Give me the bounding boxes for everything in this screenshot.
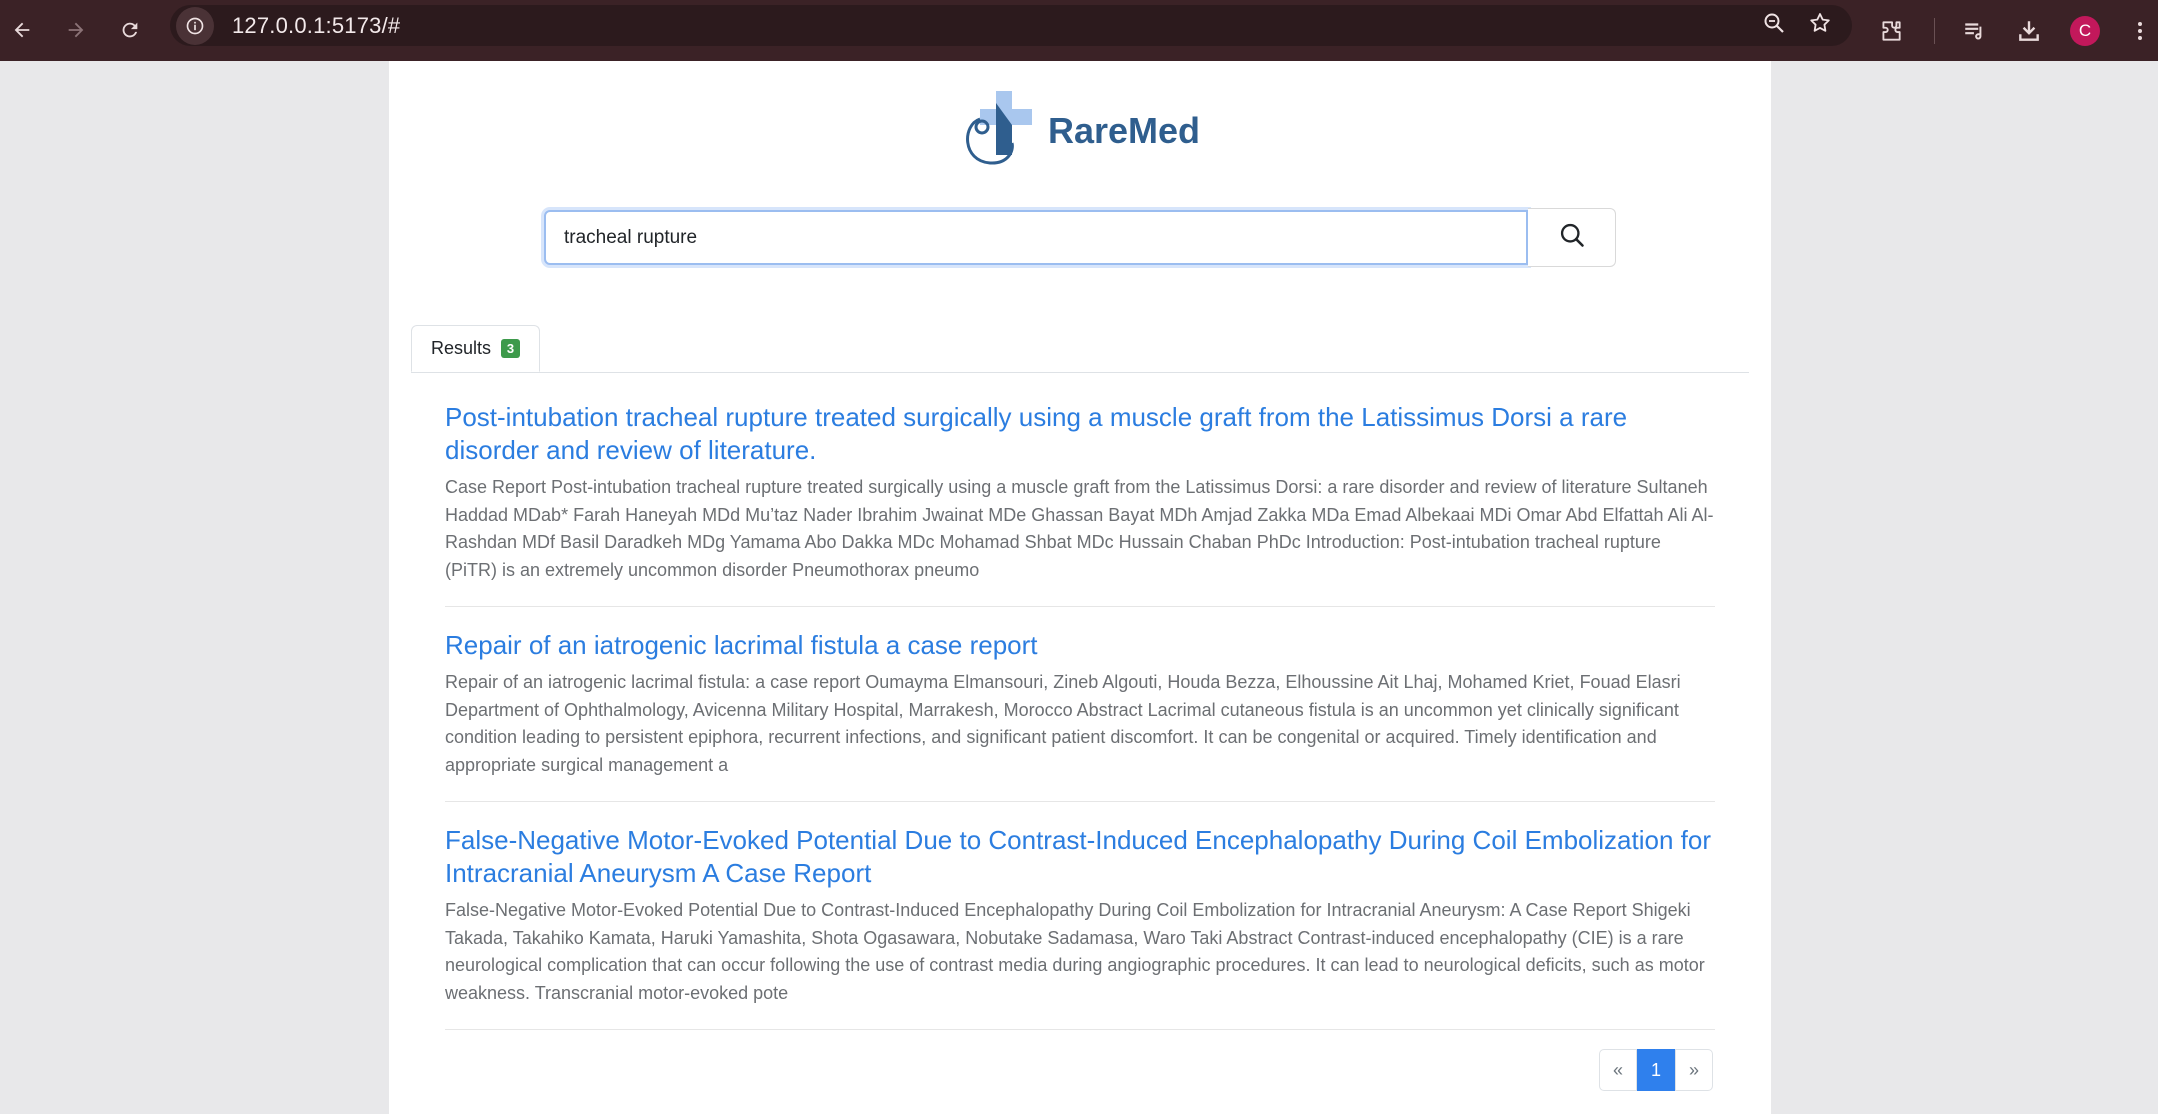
pagination: « 1 » — [1599, 1049, 1713, 1091]
address-bar[interactable]: 127.0.0.1:5173/# — [170, 5, 1852, 46]
result-snippet: Repair of an iatrogenic lacrimal fistula… — [445, 672, 1681, 775]
pagination-next-button[interactable]: » — [1675, 1049, 1713, 1091]
result-snippet: False-Negative Motor-Evoked Potential Du… — [445, 900, 1705, 1003]
zoom-icon[interactable] — [1762, 11, 1786, 40]
search-icon — [1558, 221, 1586, 254]
extensions-icon[interactable] — [1878, 0, 1904, 61]
list-item: Repair of an iatrogenic lacrimal fistula… — [445, 629, 1715, 802]
kebab-menu-icon[interactable] — [2128, 0, 2152, 61]
results-count-badge: 3 — [501, 339, 521, 358]
bookmark-star-icon[interactable] — [1808, 11, 1832, 40]
raremed-logo-icon — [960, 89, 1036, 174]
reload-icon[interactable] — [104, 4, 156, 56]
page-container: RareMed Results 3 Post-intubation trache… — [389, 61, 1771, 1114]
search-button[interactable] — [1528, 208, 1616, 267]
brand-name: RareMed — [1047, 110, 1201, 151]
pagination-prev-button[interactable]: « — [1599, 1049, 1637, 1091]
back-icon[interactable] — [0, 4, 48, 56]
brand-header: RareMed — [389, 81, 1771, 181]
toolbar-divider — [1934, 18, 1935, 44]
site-info-icon[interactable] — [176, 6, 214, 45]
search-bar — [544, 208, 1616, 267]
result-snippet: Case Report Post-intubation tracheal rup… — [445, 477, 1714, 580]
search-input[interactable] — [544, 210, 1528, 265]
list-item: False-Negative Motor-Evoked Potential Du… — [445, 824, 1715, 1030]
list-item: Post-intubation tracheal rupture treated… — [445, 401, 1715, 607]
forward-icon[interactable] — [50, 4, 102, 56]
tab-results[interactable]: Results 3 — [411, 325, 541, 372]
pagination-page-button[interactable]: 1 — [1637, 1049, 1675, 1091]
result-title-link[interactable]: Post-intubation tracheal rupture treated… — [445, 401, 1715, 467]
results-list: Post-intubation tracheal rupture treated… — [445, 401, 1715, 1052]
result-title-link[interactable]: Repair of an iatrogenic lacrimal fistula… — [445, 629, 1715, 662]
browser-toolbar: 127.0.0.1:5173/# C — [0, 0, 2158, 61]
url-text[interactable]: 127.0.0.1:5173/# — [232, 13, 400, 39]
results-tabs: Results 3 — [411, 325, 1749, 373]
download-icon[interactable] — [2016, 0, 2042, 61]
result-title-link[interactable]: False-Negative Motor-Evoked Potential Du… — [445, 824, 1715, 890]
media-control-icon[interactable] — [1962, 0, 1988, 61]
tab-results-label: Results — [431, 338, 492, 358]
profile-avatar[interactable]: C — [2070, 15, 2100, 46]
